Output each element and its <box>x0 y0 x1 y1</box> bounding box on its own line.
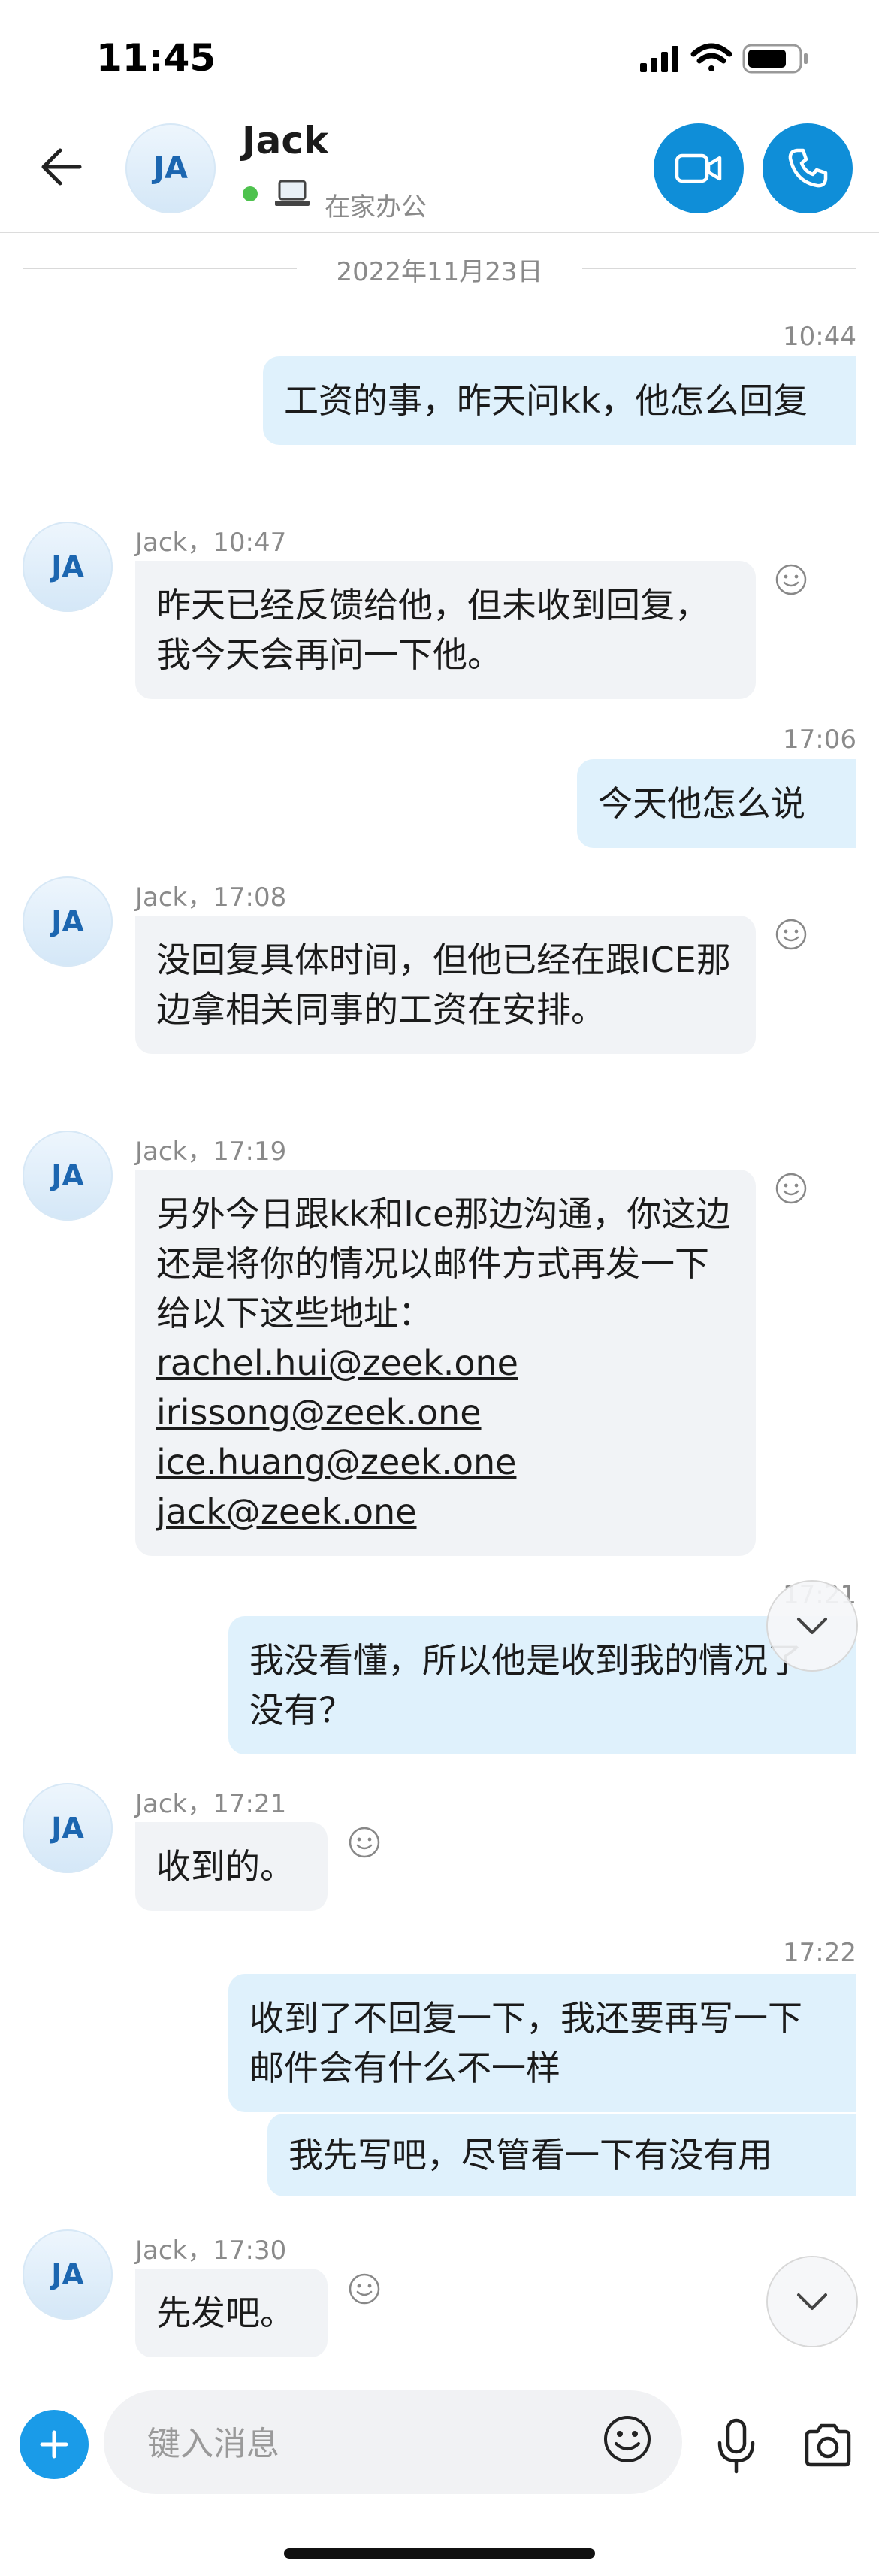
presence-status-dot <box>243 186 258 201</box>
message-sender-time: Jack，10:47 <box>135 528 287 558</box>
reaction-smiley-icon[interactable] <box>774 1171 808 1206</box>
message-sender-time: Jack，17:21 <box>135 1789 287 1819</box>
email-link[interactable]: rachel.hui@zeek.one <box>156 1338 735 1388</box>
presence-status-text: 在家办公 <box>325 192 427 222</box>
sender-avatar[interactable]: JA <box>23 2229 113 2320</box>
email-link[interactable]: jack@zeek.one <box>156 1487 735 1536</box>
microphone-icon <box>717 2418 755 2474</box>
date-divider-line <box>23 268 297 269</box>
incoming-message[interactable]: 先发吧。 <box>135 2269 328 2357</box>
back-button[interactable] <box>35 140 89 194</box>
reaction-smiley-icon[interactable] <box>774 562 808 597</box>
message-sender-time: Jack，17:30 <box>135 2235 287 2266</box>
add-icon <box>40 2430 68 2459</box>
cellular-signal-icon <box>640 46 678 72</box>
wifi-icon <box>690 43 732 71</box>
contact-name[interactable]: Jack <box>242 119 328 162</box>
reaction-smiley-icon[interactable] <box>774 917 808 952</box>
message-timestamp: 10:44 <box>783 322 856 352</box>
outgoing-message[interactable]: 收到了不回复一下，我还要再写一下邮件会有什么不一样 <box>228 1974 856 2112</box>
add-attachment-button[interactable] <box>20 2410 89 2479</box>
status-time: 11:45 <box>96 36 216 80</box>
sender-avatar[interactable]: JA <box>23 1131 113 1221</box>
camera-icon <box>805 2423 851 2467</box>
outgoing-message[interactable]: 今天他怎么说 <box>577 759 856 848</box>
outgoing-message[interactable]: 我先写吧，尽管看一下有没有用 <box>267 2114 856 2196</box>
outgoing-message[interactable]: 工资的事，昨天问kk，他怎么回复 <box>263 356 856 445</box>
email-link[interactable]: irissong@zeek.one <box>156 1388 735 1437</box>
header-divider <box>0 232 879 233</box>
message-sender-time: Jack，17:08 <box>135 882 287 913</box>
incoming-message[interactable]: 昨天已经反馈给他，但未收到回复，我今天会再问一下他。 <box>135 561 756 699</box>
home-indicator <box>284 2548 595 2559</box>
video-camera-icon <box>675 153 722 183</box>
sender-avatar[interactable]: JA <box>23 1783 113 1873</box>
message-sender-time: Jack，17:19 <box>135 1137 287 1167</box>
scroll-to-bottom-button[interactable] <box>768 2257 856 2346</box>
reaction-smiley-icon[interactable] <box>347 2272 382 2306</box>
message-text: 另外今日跟kk和Ice那边沟通，你这边还是将你的情况以邮件方式再发一下给以下这些… <box>156 1194 731 1333</box>
status-icons <box>639 39 819 77</box>
camera-button[interactable] <box>802 2422 853 2469</box>
message-composer[interactable] <box>104 2390 682 2494</box>
date-divider-line <box>582 268 856 269</box>
voice-message-button[interactable] <box>714 2417 759 2475</box>
scroll-to-bottom-button[interactable] <box>768 1582 856 1670</box>
phone-icon <box>788 148 828 188</box>
incoming-message[interactable]: 没回复具体时间，但他已经在跟ICE那边拿相关同事的工资在安排。 <box>135 916 756 1054</box>
message-timestamp: 17:06 <box>783 725 856 755</box>
audio-call-button[interactable] <box>763 123 853 213</box>
reaction-smiley-icon[interactable] <box>347 1825 382 1860</box>
emoji-button[interactable] <box>601 2413 654 2466</box>
date-divider-label: 2022年11月23日 <box>336 257 543 287</box>
emoji-icon <box>604 2416 651 2462</box>
message-timestamp: 17:22 <box>783 1938 856 1968</box>
contact-avatar[interactable]: JA <box>125 123 216 213</box>
chevron-down-icon <box>797 1618 827 1634</box>
outgoing-message[interactable]: 我没看懂，所以他是收到我的情况了没有？ <box>228 1616 856 1754</box>
battery-icon <box>742 44 808 74</box>
incoming-message[interactable]: 收到的。 <box>135 1822 328 1911</box>
back-arrow-icon <box>41 148 82 186</box>
email-link[interactable]: ice.huang@zeek.one <box>156 1437 735 1487</box>
sender-avatar[interactable]: JA <box>23 876 113 967</box>
laptop-icon <box>273 179 311 209</box>
chevron-down-icon <box>797 2293 827 2310</box>
message-input[interactable] <box>146 2420 569 2467</box>
incoming-message[interactable]: 另外今日跟kk和Ice那边沟通，你这边还是将你的情况以邮件方式再发一下给以下这些… <box>135 1170 756 1556</box>
sender-avatar[interactable]: JA <box>23 522 113 612</box>
video-call-button[interactable] <box>654 123 744 213</box>
